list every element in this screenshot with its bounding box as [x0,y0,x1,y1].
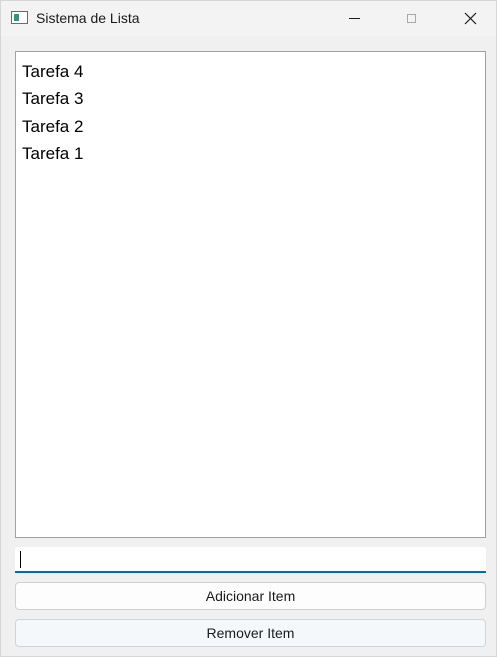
list-item[interactable]: Tarefa 3 [21,85,480,112]
list-item[interactable]: Tarefa 1 [21,140,480,167]
window-title: Sistema de Lista [36,10,140,26]
title-bar[interactable]: Sistema de Lista [1,1,496,36]
list-item[interactable]: Tarefa 4 [21,58,480,85]
maximize-button[interactable] [388,1,434,36]
app-window: Sistema de Lista Tarefa 4 Tarefa 3 Taref… [0,0,497,657]
text-caret [20,551,21,568]
app-window-icon [11,11,28,24]
item-text-input[interactable] [15,547,486,573]
list-item[interactable]: Tarefa 2 [21,113,480,140]
remove-item-button[interactable]: Remover Item [15,619,486,647]
minimize-icon [348,18,360,19]
minimize-button[interactable] [331,1,377,36]
close-button[interactable] [447,1,493,36]
task-list[interactable]: Tarefa 4 Tarefa 3 Tarefa 2 Tarefa 1 [15,51,486,538]
maximize-icon [406,14,416,23]
add-item-button[interactable]: Adicionar Item [15,582,486,610]
close-icon [464,12,476,25]
